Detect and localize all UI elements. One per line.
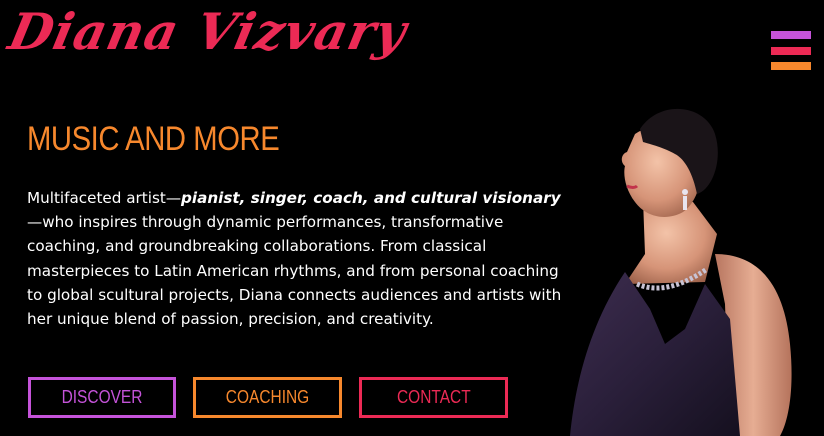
bio-paragraph: Multifaceted artist—pianist, singer, coa… — [27, 186, 562, 331]
coaching-button[interactable]: COACHING — [193, 377, 342, 418]
menu-bar-middle — [771, 47, 811, 55]
site-logo[interactable]: Diana Vizvary — [4, 2, 413, 61]
discover-button[interactable]: DISCOVER — [28, 377, 176, 418]
portrait-image — [570, 108, 792, 436]
bio-intro: Multifaceted artist— — [27, 189, 182, 207]
hamburger-menu-icon[interactable] — [771, 31, 811, 71]
bio-emphasis: pianist, singer, coach, and cultural vis… — [181, 189, 561, 207]
section-heading: MUSIC AND MORE — [27, 120, 280, 158]
bio-rest: —who inspires through dynamic performanc… — [27, 213, 562, 329]
menu-bar-top — [771, 31, 811, 39]
contact-button[interactable]: CONTACT — [359, 377, 508, 418]
menu-bar-bottom — [771, 62, 811, 70]
